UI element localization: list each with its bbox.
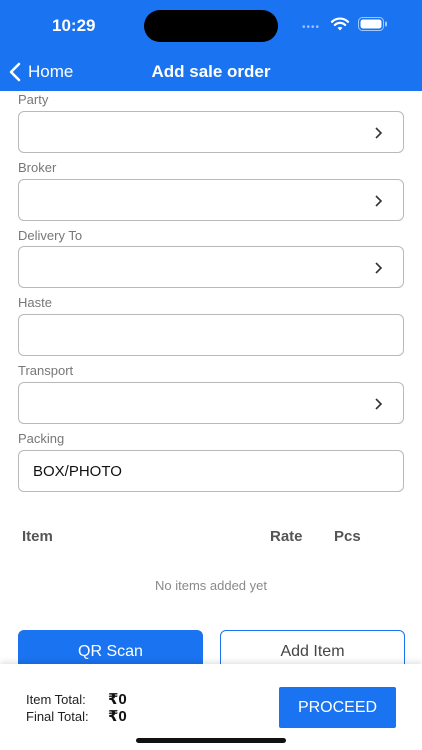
chevron-right-icon [375,262,383,274]
chevron-right-icon [375,398,383,410]
chevron-right-icon [375,127,383,139]
column-pcs: Pcs [334,528,361,545]
status-time: 10:29 [52,16,96,35]
delivery-to-label: Delivery To [18,228,83,243]
chevron-right-icon [375,195,383,207]
battery-icon [358,17,387,31]
column-rate: Rate [270,528,303,545]
item-total-value: ₹0 [108,691,127,708]
delivery-to-field[interactable] [18,246,404,288]
wifi-icon [330,17,350,31]
transport-field[interactable] [18,382,404,424]
column-item: Item [22,528,53,545]
final-total-value: ₹0 [108,708,127,725]
item-total-row: Item Total: ₹0 [26,690,127,708]
final-total-row: Final Total: ₹0 [26,707,127,725]
party-label: Party [18,92,49,107]
final-total-label: Final Total: [26,709,89,724]
dynamic-island [144,10,278,42]
totals-footer: Item Total: ₹0 Final Total: ₹0 PROCEED [0,664,422,750]
haste-field[interactable] [18,314,404,356]
party-field[interactable] [18,111,404,153]
packing-value: BOX/PHOTO [33,463,122,480]
home-indicator [136,738,286,743]
signal-icon: •••• [302,22,321,33]
page-title: Add sale order [151,62,271,81]
items-table-header: Item Rate Pcs [0,528,422,546]
item-total-label: Item Total: [26,692,86,707]
nav-bar: Home Add sale order [0,52,422,91]
proceed-button[interactable]: PROCEED [279,687,396,728]
broker-label: Broker [18,160,57,175]
empty-items-message: No items added yet [154,578,267,593]
broker-field[interactable] [18,179,404,221]
transport-label: Transport [18,363,74,378]
status-bar: 10:29 •••• [0,0,422,52]
header: 10:29 •••• Home Add sale order [0,0,422,91]
haste-label: Haste [18,295,52,310]
packing-label: Packing [18,431,65,446]
packing-field[interactable]: BOX/PHOTO [18,450,404,492]
